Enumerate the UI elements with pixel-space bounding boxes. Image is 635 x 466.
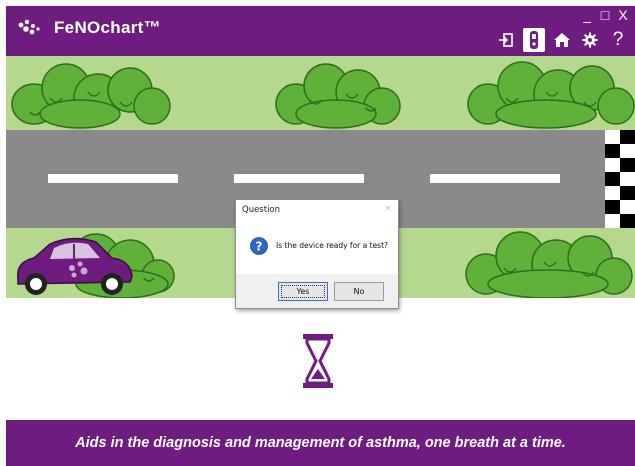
logo-icon [18, 19, 40, 35]
hourglass-icon [303, 334, 333, 388]
dialog-title: Question [242, 205, 281, 215]
road-stripe [234, 174, 364, 183]
home-icon [554, 33, 570, 47]
help-button[interactable]: ? [607, 28, 629, 52]
dialog-close-button[interactable]: × [384, 204, 392, 214]
app-window: FeNOchart™ _ □ X ? Aids in the diagnosis… [0, 0, 635, 466]
yes-button[interactable]: Yes [278, 282, 328, 301]
close-button[interactable]: X [617, 6, 629, 24]
sign-in-icon [499, 33, 513, 47]
app-title: FeNOchart™ [54, 18, 161, 37]
minimize-button[interactable]: _ [581, 6, 593, 24]
bush-icon [11, 63, 171, 129]
window-controls: _ □ X [581, 6, 629, 24]
toolbar: ? [495, 28, 629, 52]
maximize-button[interactable]: □ [599, 6, 611, 24]
device-icon [530, 31, 538, 49]
sign-in-button[interactable] [495, 28, 517, 52]
help-icon: ? [612, 29, 624, 50]
car-icon [17, 237, 133, 295]
footer-tagline: Aids in the diagnosis and management of … [6, 420, 635, 466]
settings-button[interactable] [579, 28, 601, 52]
dialog-body: ? Is the device ready for a test? [236, 220, 398, 274]
road-stripe [430, 174, 560, 183]
title-bar: FeNOchart™ _ □ X ? [6, 6, 635, 56]
dialog-title-bar: Question × [236, 200, 398, 220]
bush-icon [465, 231, 633, 298]
dialog-message: Is the device ready for a test? [276, 241, 388, 250]
gear-icon [582, 32, 598, 48]
device-button[interactable] [523, 28, 545, 52]
bush-icon [467, 61, 635, 129]
road-stripe [48, 174, 178, 183]
finish-flag-icon [605, 130, 635, 228]
bush-icon [275, 63, 401, 129]
svg-text:?: ? [256, 240, 263, 254]
question-dialog: Question × ? Is the device ready for a t… [235, 199, 399, 309]
dialog-footer: Yes No [236, 274, 398, 308]
question-icon: ? [250, 237, 268, 255]
no-button[interactable]: No [334, 282, 384, 301]
home-button[interactable] [551, 28, 573, 52]
